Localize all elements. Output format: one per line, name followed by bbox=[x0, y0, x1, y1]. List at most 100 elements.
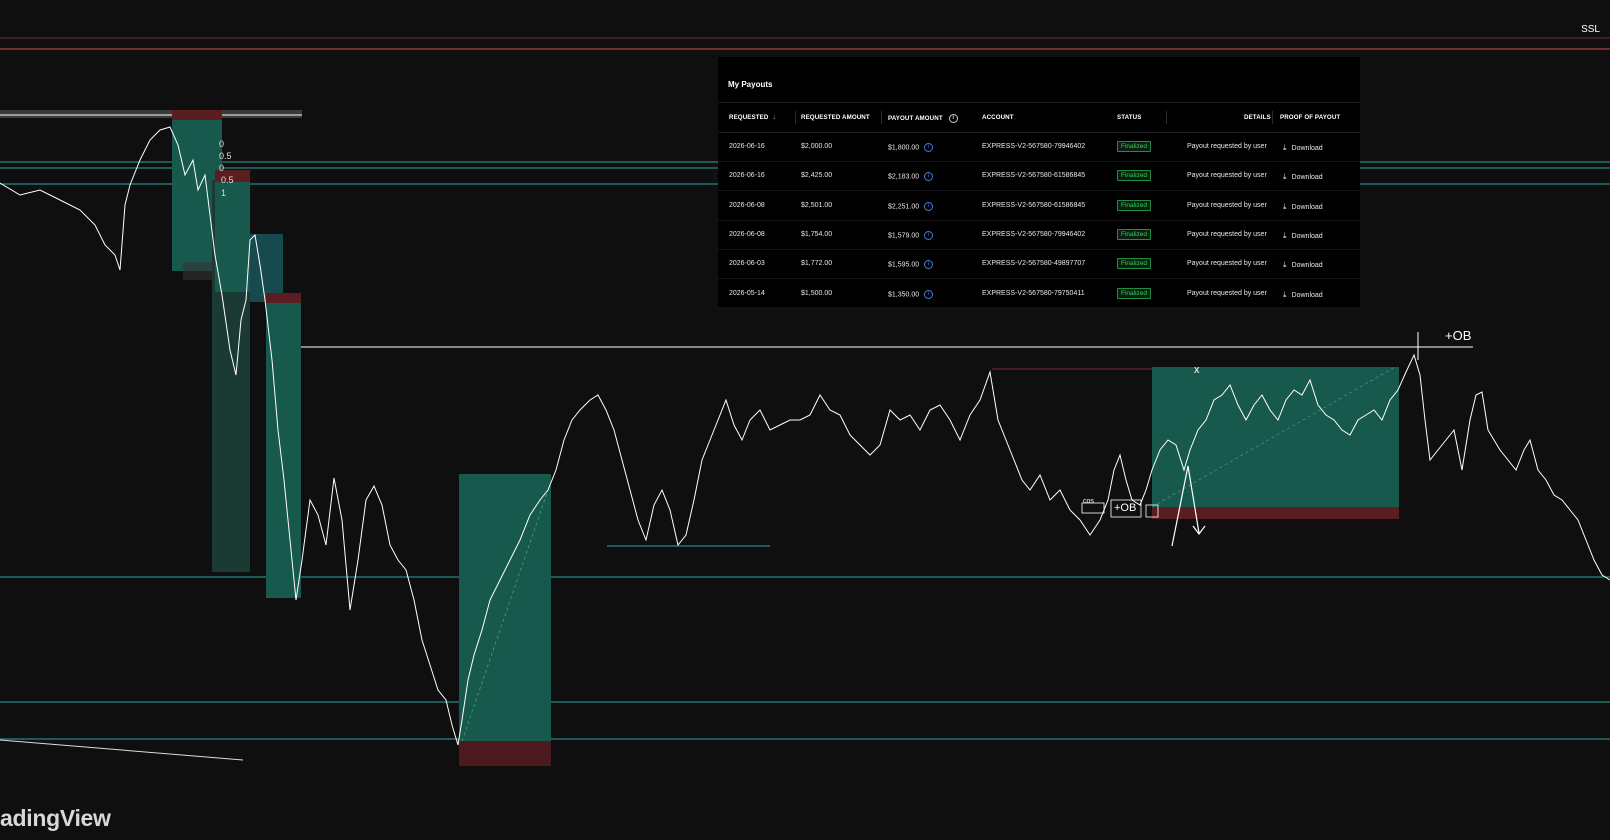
fib-level-label: 1 bbox=[221, 188, 227, 198]
requested-date: 2026-06-08 bbox=[729, 230, 765, 238]
download-label: Download bbox=[1291, 203, 1323, 211]
red-zone[interactable] bbox=[266, 293, 301, 303]
column-header-details[interactable]: DETAILS bbox=[1244, 114, 1271, 121]
download-label: Download bbox=[1291, 232, 1323, 240]
status-badge: Finalized bbox=[1117, 170, 1152, 182]
account-id: EXPRESS-V2-567580-49897707 bbox=[982, 260, 1086, 268]
status-badge: Finalized bbox=[1117, 287, 1152, 299]
details-text: Payout requested by user bbox=[1187, 289, 1267, 297]
download-link[interactable]: ⤓ Download bbox=[1283, 202, 1323, 212]
download-label: Download bbox=[1291, 145, 1323, 152]
status-badge: Finalized bbox=[1117, 199, 1152, 211]
trend-line[interactable] bbox=[0, 739, 244, 761]
info-icon[interactable]: i bbox=[924, 201, 934, 211]
download-link[interactable]: ⤓ Download bbox=[1283, 231, 1323, 241]
requested-amount: $2,000.00 bbox=[801, 143, 833, 150]
table-row[interactable]: 2026-06-08 $1,754.00 $1,579.00 i EXPRESS-V2-… bbox=[718, 221, 1360, 250]
sort-arrow-down-icon[interactable]: ↓ bbox=[772, 114, 776, 121]
x-mark-label: x bbox=[1194, 364, 1200, 376]
info-icon[interactable]: i bbox=[924, 230, 934, 240]
requested-amount: $1,500.00 bbox=[801, 289, 833, 297]
requested-date: 2026-06-03 bbox=[729, 260, 765, 268]
download-icon: ⤓ bbox=[1283, 172, 1287, 182]
column-header-payout-amount[interactable]: PAYOUT AMOUNT i bbox=[888, 114, 958, 123]
download-link[interactable]: ⤓ Download bbox=[1283, 172, 1323, 182]
teal-zone[interactable] bbox=[250, 234, 283, 302]
requested-amount: $1,754.00 bbox=[801, 230, 833, 238]
account-id: EXPRESS-V2-567580-61586845 bbox=[982, 201, 1086, 209]
requested-date: 2026-06-16 bbox=[729, 172, 765, 180]
ssl-label: SSL bbox=[1581, 24, 1600, 35]
download-icon: ⤓ bbox=[1283, 201, 1287, 211]
red-zone[interactable] bbox=[172, 110, 222, 120]
info-icon[interactable]: i bbox=[924, 143, 934, 152]
panel-title: My Payouts bbox=[728, 80, 773, 89]
column-header-requested-amount[interactable]: REQUESTED AMOUNT bbox=[801, 114, 870, 121]
payout-amount: $1,350.00 bbox=[888, 290, 920, 298]
cos-label: cos bbox=[1083, 498, 1094, 505]
payout-amount-cell: $1,595.00 i bbox=[888, 260, 934, 270]
download-icon: ⤓ bbox=[1283, 143, 1287, 152]
payout-amount-cell: $2,251.00 i bbox=[888, 201, 934, 211]
payout-amount-cell: $1,350.00 i bbox=[888, 289, 934, 299]
table-row[interactable]: 2026-06-16 $2,000.00 $1,800.00 i EXPRESS-V2-… bbox=[718, 133, 1360, 162]
account-id: EXPRESS-V2-567580-79946402 bbox=[982, 230, 1086, 238]
table-row[interactable]: 2026-06-16 $2,425.00 $2,183.00 i EXPRESS-V2-… bbox=[718, 162, 1360, 192]
details-text: Payout requested by user bbox=[1187, 260, 1267, 268]
requested-date: 2026-05-14 bbox=[729, 289, 765, 297]
requested-amount: $2,501.00 bbox=[801, 201, 833, 209]
details-text: Payout requested by user bbox=[1187, 230, 1267, 238]
stop-loss-zone[interactable] bbox=[459, 741, 551, 766]
table-row[interactable]: 2026-05-14 $1,500.00 $1,350.00 i EXPRESS-V2-… bbox=[718, 280, 1360, 309]
payout-amount: $1,800.00 bbox=[888, 144, 920, 152]
payout-amount-cell: $2,183.00 i bbox=[888, 172, 934, 182]
ob-label: +OB bbox=[1114, 502, 1137, 514]
teal-zone[interactable] bbox=[215, 182, 250, 292]
info-icon[interactable]: i bbox=[924, 289, 934, 299]
fib-level-label: 0 bbox=[219, 163, 225, 173]
column-header-status[interactable]: STATUS bbox=[1117, 114, 1141, 121]
table-row[interactable]: 2026-06-03 $1,772.00 $1,595.00 i EXPRESS-V2-… bbox=[718, 250, 1360, 280]
payouts-panel: My Payouts REQUESTED ↓ REQUESTED AMOUNT … bbox=[718, 57, 1360, 309]
account-id: EXPRESS-V2-567580-79750411 bbox=[982, 289, 1085, 297]
account-id: EXPRESS-V2-567580-61586845 bbox=[982, 172, 1086, 180]
download-link[interactable]: ⤓ Download bbox=[1283, 260, 1323, 270]
download-link[interactable]: ⤓ Download bbox=[1283, 290, 1323, 300]
info-icon[interactable]: i bbox=[948, 114, 958, 123]
payout-amount-cell: $1,800.00 i bbox=[888, 143, 934, 152]
status-badge: Finalized bbox=[1117, 141, 1152, 152]
column-header-proof[interactable]: PROOF OF PAYOUT bbox=[1280, 114, 1340, 121]
details-text: Payout requested by user bbox=[1187, 201, 1267, 209]
payout-amount: $2,183.00 bbox=[888, 173, 920, 181]
download-icon: ⤓ bbox=[1283, 230, 1287, 240]
requested-date: 2026-06-08 bbox=[729, 201, 765, 209]
tradingview-watermark: adingView bbox=[0, 805, 111, 831]
plus-ob-label: +OB bbox=[1445, 328, 1472, 343]
column-header-requested[interactable]: REQUESTED ↓ bbox=[729, 114, 776, 121]
download-icon: ⤓ bbox=[1283, 289, 1287, 299]
fib-level-label: 0.5 bbox=[219, 151, 232, 161]
details-text: Payout requested by user bbox=[1187, 172, 1267, 180]
info-icon[interactable]: i bbox=[924, 172, 934, 182]
requested-amount: $1,772.00 bbox=[801, 260, 833, 268]
download-label: Download bbox=[1291, 174, 1323, 182]
payout-amount: $1,595.00 bbox=[888, 261, 920, 269]
table-row[interactable]: 2026-06-08 $2,501.00 $2,251.00 i EXPRESS-V2-… bbox=[718, 192, 1360, 221]
column-header-account[interactable]: ACCOUNT bbox=[982, 114, 1014, 121]
payout-amount: $1,579.00 bbox=[888, 232, 920, 240]
account-id: EXPRESS-V2-567580-79946402 bbox=[982, 143, 1086, 150]
details-text: Payout requested by user bbox=[1187, 143, 1267, 150]
fib-level-label: 0 bbox=[219, 139, 225, 149]
payout-amount: $2,251.00 bbox=[888, 202, 920, 210]
download-icon: ⤓ bbox=[1283, 260, 1287, 270]
download-label: Download bbox=[1291, 262, 1323, 270]
grey-zone[interactable] bbox=[0, 110, 302, 118]
requested-date: 2026-06-16 bbox=[729, 143, 765, 150]
payout-amount-cell: $1,579.00 i bbox=[888, 230, 934, 240]
info-icon[interactable]: i bbox=[924, 260, 934, 270]
download-link[interactable]: ⤓ Download bbox=[1283, 143, 1323, 153]
teal-zone[interactable] bbox=[266, 303, 301, 598]
stop-loss-zone[interactable] bbox=[1152, 507, 1399, 519]
long-position-zone[interactable] bbox=[459, 474, 551, 741]
status-badge: Finalized bbox=[1117, 228, 1152, 240]
